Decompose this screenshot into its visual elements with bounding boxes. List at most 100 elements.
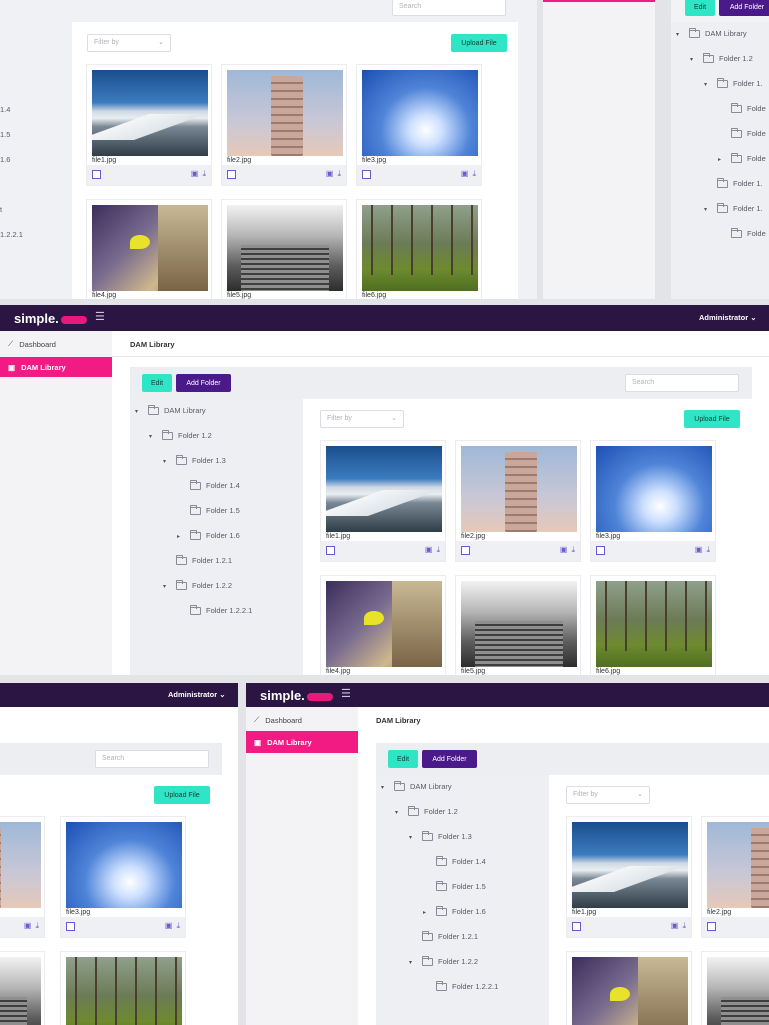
- search-input[interactable]: Search: [392, 0, 506, 16]
- file-card[interactable]: [566, 951, 692, 1025]
- edit-button[interactable]: Edit: [388, 750, 418, 768]
- file-card[interactable]: file4.jpg: [86, 199, 212, 299]
- tree-node[interactable]: Folder 1.2: [408, 805, 458, 816]
- file-thumbnail[interactable]: [0, 822, 41, 908]
- sidebar-item-dam-library[interactable]: ▣ DAM Library: [0, 357, 112, 377]
- file-thumbnail[interactable]: [326, 581, 442, 667]
- file-thumbnail[interactable]: [66, 822, 182, 908]
- edit-icon[interactable]: ▣: [695, 545, 703, 555]
- file-card[interactable]: file5.jpg: [221, 199, 347, 299]
- file-card[interactable]: file2.jpg: [701, 816, 769, 938]
- edit-icon[interactable]: ▣: [461, 169, 469, 179]
- hamburger-icon[interactable]: ☰: [95, 310, 105, 323]
- add-folder-button[interactable]: Add Folder: [422, 750, 477, 768]
- download-icon[interactable]: ⤓: [436, 545, 440, 555]
- tree-node[interactable]: Folder 1.4: [436, 855, 486, 866]
- file-thumbnail[interactable]: [461, 446, 577, 532]
- file-thumbnail[interactable]: [227, 205, 343, 291]
- tree-node[interactable]: Folder 1.4: [190, 479, 240, 490]
- filter-select[interactable]: Filter by ⌄: [566, 786, 650, 804]
- tree-node[interactable]: Folder 1.2.2: [176, 579, 232, 590]
- edit-icon[interactable]: ▣: [425, 545, 433, 555]
- edit-button[interactable]: Edit: [142, 374, 172, 392]
- select-checkbox[interactable]: [707, 922, 716, 931]
- file-card[interactable]: [0, 951, 45, 1025]
- file-card[interactable]: file5.jpg: [455, 575, 581, 675]
- select-checkbox[interactable]: [461, 546, 470, 555]
- file-thumbnail[interactable]: [326, 446, 442, 532]
- download-icon[interactable]: ⤓: [706, 545, 710, 555]
- add-folder-button[interactable]: Add Folder: [719, 0, 769, 16]
- search-input[interactable]: Search: [625, 374, 739, 392]
- download-icon[interactable]: ⤓: [571, 545, 575, 555]
- tree-node[interactable]: Folde: [731, 102, 766, 113]
- sidebar-item-dashboard[interactable]: ⟋ Dashboard: [0, 335, 112, 353]
- search-input[interactable]: Search: [95, 750, 209, 768]
- edit-icon[interactable]: ▣: [165, 921, 173, 931]
- file-thumbnail[interactable]: [362, 205, 478, 291]
- file-card[interactable]: [701, 951, 769, 1025]
- file-card[interactable]: file3.jpg ▣ ⤓: [60, 816, 186, 938]
- file-card[interactable]: file1.jpg ▣ ⤓: [566, 816, 692, 938]
- logo[interactable]: simple.: [260, 688, 333, 703]
- file-card[interactable]: file1.jpg ▣ ⤓: [320, 440, 446, 562]
- file-card[interactable]: file4.jpg: [320, 575, 446, 675]
- tree-node[interactable]: DAM Library: [689, 27, 747, 38]
- file-card[interactable]: file3.jpg ▣ ⤓: [590, 440, 716, 562]
- file-thumbnail[interactable]: [66, 957, 182, 1025]
- download-icon[interactable]: ⤓: [472, 169, 476, 179]
- file-card[interactable]: ▣ ⤓: [0, 816, 45, 938]
- file-thumbnail[interactable]: [596, 446, 712, 532]
- file-thumbnail[interactable]: [572, 822, 688, 908]
- tree-node[interactable]: Folder 1.2.2: [422, 955, 478, 966]
- file-thumbnail[interactable]: [0, 957, 41, 1025]
- file-card[interactable]: file6.jpg: [590, 575, 716, 675]
- file-thumbnail[interactable]: [92, 205, 208, 291]
- tree-node[interactable]: Folder 1.2.2.1: [190, 604, 252, 615]
- file-card[interactable]: [60, 951, 186, 1025]
- tree-node[interactable]: DAM Library: [394, 780, 452, 791]
- tree-node[interactable]: Folder 1.2.1: [176, 554, 232, 565]
- tree-node[interactable]: Folder 1.2.2.1: [436, 980, 498, 991]
- edit-icon[interactable]: ▣: [191, 169, 199, 179]
- tree-node[interactable]: Folder 1.: [717, 77, 763, 88]
- filter-select[interactable]: Filter by ⌄: [320, 410, 404, 428]
- select-checkbox[interactable]: [362, 170, 371, 179]
- tree-node[interactable]: Folder 1.2.1: [422, 930, 478, 941]
- tree-node[interactable]: Folder 1.3: [176, 454, 226, 465]
- tree-node[interactable]: Folder 1.: [717, 202, 763, 213]
- tree-node[interactable]: Folder 1.5: [436, 880, 486, 891]
- filter-select[interactable]: Filter by ⌄: [87, 34, 171, 52]
- logo[interactable]: simple.: [14, 311, 87, 326]
- file-thumbnail[interactable]: [227, 70, 343, 156]
- file-thumbnail[interactable]: [572, 957, 688, 1025]
- upload-file-button[interactable]: Upload File: [451, 34, 507, 52]
- edit-icon[interactable]: ▣: [326, 169, 334, 179]
- tree-node[interactable]: DAM Library: [148, 404, 206, 415]
- tree-node[interactable]: Folder 1.6: [190, 529, 240, 540]
- edit-icon[interactable]: ▣: [560, 545, 568, 555]
- select-checkbox[interactable]: [66, 922, 75, 931]
- tree-node[interactable]: Folder 1.3: [422, 830, 472, 841]
- tree-node[interactable]: Folder 1.2: [703, 52, 753, 63]
- sidebar-item-dam-library[interactable]: ▣ DAM Library: [246, 731, 358, 753]
- upload-file-button[interactable]: Upload File: [154, 786, 210, 804]
- select-checkbox[interactable]: [92, 170, 101, 179]
- select-checkbox[interactable]: [572, 922, 581, 931]
- tree-node[interactable]: Folde: [731, 227, 766, 238]
- file-thumbnail[interactable]: [707, 957, 769, 1025]
- file-thumbnail[interactable]: [707, 822, 769, 908]
- file-card[interactable]: file3.jpg ▣ ⤓: [356, 64, 482, 186]
- edit-icon[interactable]: ▣: [671, 921, 679, 931]
- tree-node[interactable]: Folde: [731, 152, 766, 163]
- hamburger-icon[interactable]: ☰: [341, 687, 351, 700]
- download-icon[interactable]: ⤓: [202, 169, 206, 179]
- file-card[interactable]: file6.jpg: [356, 199, 482, 299]
- add-folder-button[interactable]: Add Folder: [176, 374, 231, 392]
- file-thumbnail[interactable]: [92, 70, 208, 156]
- edit-button[interactable]: Edit: [685, 0, 715, 16]
- file-card[interactable]: file2.jpg ▣ ⤓: [221, 64, 347, 186]
- tree-node[interactable]: Folde: [731, 127, 766, 138]
- select-checkbox[interactable]: [227, 170, 236, 179]
- tree-node[interactable]: Folder 1.2: [162, 429, 212, 440]
